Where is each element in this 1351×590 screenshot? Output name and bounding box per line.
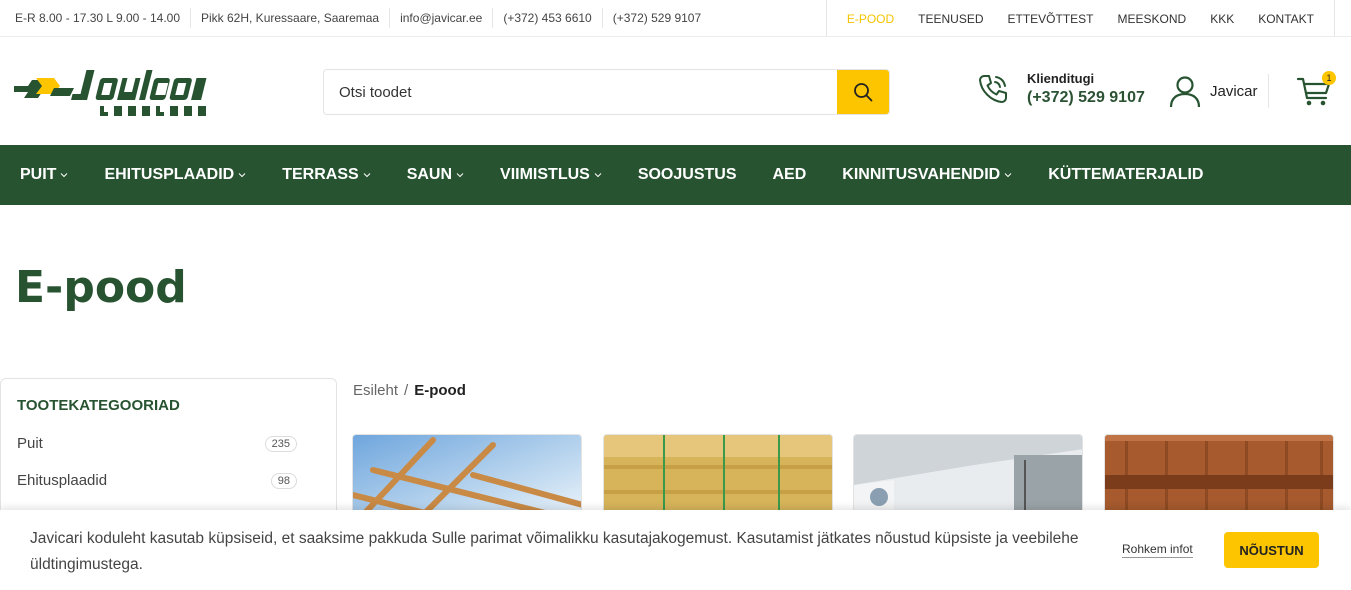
account-link[interactable]: Javicar	[1168, 74, 1269, 108]
chevron-down-icon	[238, 173, 246, 178]
breadcrumb: Esileht / E-pood	[353, 382, 466, 399]
nav-item-label: TERRASS	[282, 166, 359, 183]
page-title: E-pood	[15, 262, 187, 313]
nav-item-kuttematerjalid[interactable]: KÜTTEMATERJALID	[1048, 166, 1203, 184]
support-phone[interactable]: (+372) 529 9107	[1027, 89, 1145, 107]
nav-item-label: KINNITUSVAHENDID	[842, 166, 1001, 183]
search-icon	[854, 83, 873, 102]
nav-item-aed[interactable]: AED	[773, 166, 807, 184]
nav-item-saun[interactable]: SAUN	[407, 166, 464, 184]
nav-item-label: PUIT	[20, 166, 57, 183]
chevron-down-icon	[594, 173, 602, 178]
top-nav-ettevottest[interactable]: ETTEVÕTTEST	[996, 12, 1106, 26]
top-nav-kontakt[interactable]: KONTAKT	[1246, 12, 1326, 26]
top-bar: E-R 8.00 - 17.30 L 9.00 - 14.00 Pikk 62H…	[0, 0, 1351, 37]
category-name: Ehitusplaadid	[17, 472, 108, 489]
user-icon	[1169, 76, 1201, 108]
header: Klienditugi (+372) 529 9107 Javicar 1	[0, 38, 1351, 145]
address: Pikk 62H, Kuressaare, Saaremaa	[190, 8, 389, 28]
nav-item-label: EHITUSPLAADID	[104, 166, 235, 183]
nav-item-label: KÜTTEMATERJALID	[1048, 166, 1204, 183]
search-bar	[323, 69, 890, 115]
nav-item-label: SOOJUSTUS	[637, 166, 737, 183]
top-bar-info: E-R 8.00 - 17.30 L 9.00 - 14.00 Pikk 62H…	[0, 0, 711, 36]
cookie-consent-bar: Javicari koduleht kasutab küpsiseid, et …	[0, 510, 1351, 590]
sidebar-item-ehitusplaadid[interactable]: Ehitusplaadid 98	[17, 472, 297, 489]
nav-item-puit[interactable]: PUIT	[20, 166, 68, 184]
cookie-text: Javicari koduleht kasutab küpsiseid, et …	[30, 530, 1079, 573]
category-count: 98	[270, 472, 297, 489]
category-count: 235	[264, 435, 297, 452]
phone-link-1[interactable]: (+372) 453 6610	[492, 8, 601, 28]
phone-link-2[interactable]: (+372) 529 9107	[601, 8, 711, 28]
sidebar-heading: TOOTEKATEGOORIAD	[17, 397, 180, 414]
category-name: Puit	[17, 435, 43, 452]
nav-item-viimistlus[interactable]: VIIMISTLUS	[500, 166, 602, 184]
account-name: Javicar	[1210, 82, 1258, 100]
top-nav-teenused[interactable]: TEENUSED	[906, 12, 995, 26]
phone-icon	[979, 75, 1007, 103]
support-label: Klienditugi	[1027, 71, 1095, 86]
top-nav-kkk[interactable]: KKK	[1198, 12, 1246, 26]
nav-item-terrass[interactable]: TERRASS	[282, 166, 371, 184]
cart-button[interactable]: 1	[1296, 71, 1336, 108]
nav-item-label: VIIMISTLUS	[500, 166, 590, 183]
cookie-more-info-link[interactable]: Rohkem infot	[1122, 542, 1193, 558]
top-nav: E-POOD TEENUSED ETTEVÕTTEST MEESKOND KKK…	[825, 0, 1335, 37]
nav-item-label: AED	[772, 166, 807, 183]
nav-item-soojustus[interactable]: SOOJUSTUS	[638, 166, 737, 184]
search-input[interactable]	[324, 70, 837, 114]
cart-count-badge: 1	[1322, 71, 1336, 85]
cookie-accept-button[interactable]: NÕUSTUN	[1224, 532, 1319, 568]
support-text: Klienditugi (+372) 529 9107	[1027, 71, 1145, 107]
breadcrumb-separator: /	[404, 382, 409, 399]
chevron-down-icon	[456, 173, 464, 178]
main-nav: PUIT EHITUSPLAADID TERRASS SAUN VIIMISTL…	[0, 145, 1351, 205]
nav-item-label: SAUN	[406, 166, 453, 183]
breadcrumb-current: E-pood	[414, 382, 466, 399]
chevron-down-icon	[1004, 173, 1012, 178]
breadcrumb-home[interactable]: Esileht	[353, 382, 398, 399]
nav-item-kinnitusvahendid[interactable]: KINNITUSVAHENDID	[842, 166, 1012, 184]
search-button[interactable]	[837, 70, 889, 114]
nav-item-ehitusplaadid[interactable]: EHITUSPLAADID	[104, 166, 246, 184]
top-nav-meeskond[interactable]: MEESKOND	[1106, 12, 1199, 26]
email-link[interactable]: info@javicar.ee	[389, 8, 492, 28]
sidebar-item-puit[interactable]: Puit 235	[17, 435, 297, 452]
chevron-down-icon	[61, 173, 68, 178]
customer-support[interactable]: Klienditugi (+372) 529 9107	[975, 71, 1145, 107]
opening-hours: E-R 8.00 - 17.30 L 9.00 - 14.00	[15, 11, 180, 25]
chevron-down-icon	[363, 173, 371, 178]
site-logo[interactable]	[14, 64, 214, 120]
top-nav-epood[interactable]: E-POOD	[835, 12, 906, 26]
